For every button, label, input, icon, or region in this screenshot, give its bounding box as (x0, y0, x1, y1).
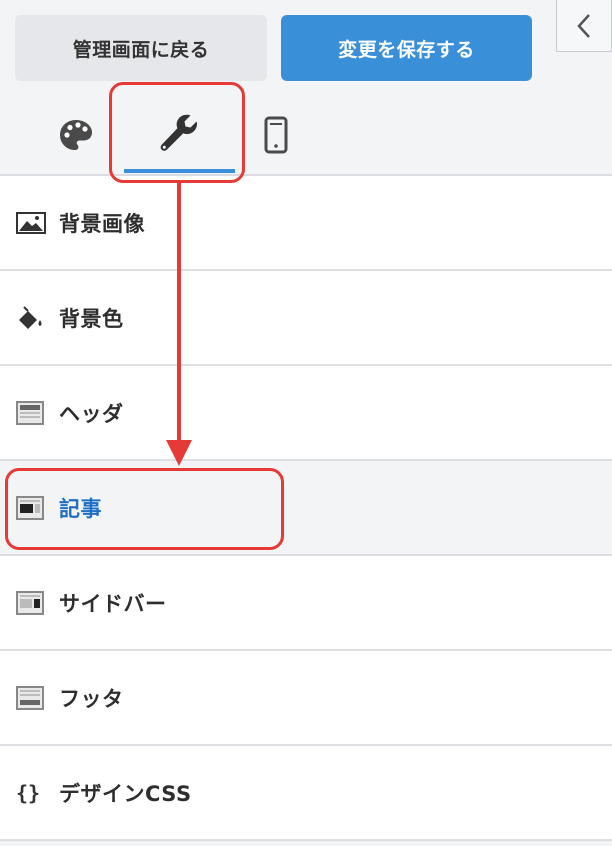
menu-item-label: デザインCSS (59, 781, 192, 806)
menu-item-footer[interactable]: フッタ (0, 651, 612, 746)
article-item-highlight (5, 468, 284, 550)
mobile-icon (264, 116, 288, 154)
palette-icon (60, 120, 92, 150)
paint-bucket-icon (16, 305, 46, 330)
save-changes-button[interactable]: 変更を保存する (281, 15, 532, 81)
customizer-header: 管理画面に戻る 変更を保存する (0, 0, 612, 176)
layout-footer-icon (16, 685, 46, 710)
menu-item-label: ヘッダ (59, 401, 124, 426)
tab-mobile[interactable] (248, 100, 304, 170)
menu-item-label: 背景色 (59, 306, 124, 331)
menu-item-sidebar[interactable]: サイドバー (0, 556, 612, 651)
tab-design[interactable] (48, 100, 104, 170)
image-icon (16, 211, 46, 235)
chevron-left-icon (577, 13, 590, 38)
menu-item-label: フッタ (59, 686, 124, 711)
menu-item-background-color[interactable]: 背景色 (0, 271, 612, 366)
layout-header-icon (16, 400, 46, 425)
menu-item-header[interactable]: ヘッダ (0, 366, 612, 461)
annotation-arrow-line (177, 182, 181, 444)
collapse-panel-button[interactable] (556, 0, 612, 52)
back-to-admin-button[interactable]: 管理画面に戻る (15, 15, 267, 81)
menu-item-background-image[interactable]: 背景画像 (0, 176, 612, 271)
tools-tab-highlight (109, 82, 245, 183)
braces-icon: {} (16, 780, 41, 805)
menu-item-design-css[interactable]: {} デザインCSS (0, 746, 612, 841)
menu-item-label: 背景画像 (59, 211, 145, 236)
annotation-arrow-head (166, 440, 192, 466)
menu-item-label: サイドバー (59, 591, 167, 616)
layout-sidebar-icon (16, 590, 46, 615)
